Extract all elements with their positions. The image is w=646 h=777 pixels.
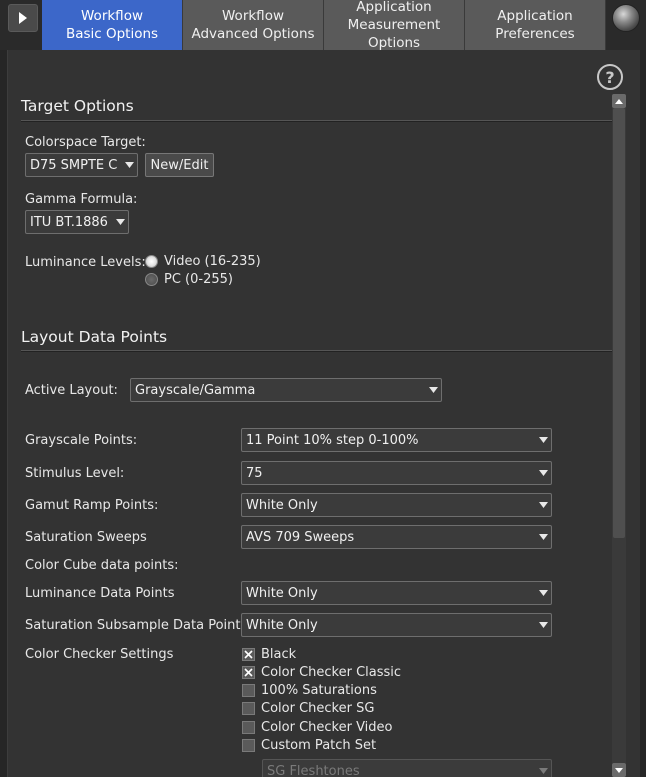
checkbox-custom-patch-set-label: Custom Patch Set: [261, 738, 377, 753]
checkbox-color-checker-classic-label: Color Checker Classic: [261, 665, 402, 680]
stimulus-level-value: 75: [246, 465, 263, 481]
triangle-down-icon: [535, 768, 551, 774]
tab-label-line2: Preferences: [495, 26, 575, 42]
grayscale-points-select[interactable]: 11 Point 10% step 0-100%: [241, 428, 552, 452]
luminance-data-points-select[interactable]: White Only: [241, 581, 552, 605]
colorspace-target-label: Colorspace Target:: [25, 135, 146, 150]
left-edge: [0, 50, 8, 777]
vertical-scrollbar[interactable]: [612, 94, 626, 777]
saturation-sweeps-label: Saturation Sweeps: [25, 530, 147, 545]
gamut-ramp-points-select[interactable]: White Only: [241, 493, 552, 517]
active-layout-label: Active Layout:: [25, 383, 118, 398]
gamma-formula-label: Gamma Formula:: [25, 192, 138, 207]
section-title-target-options: Target Options: [21, 97, 134, 115]
checkbox-100-saturations-label: 100% Saturations: [261, 683, 377, 698]
checkbox-100-saturations[interactable]: [242, 684, 255, 697]
grayscale-points-label: Grayscale Points:: [25, 433, 138, 448]
tab-label-line2: Basic Options: [65, 26, 159, 42]
saturation-sweeps-value: AVS 709 Sweeps: [246, 529, 355, 545]
triangle-down-icon: [112, 219, 128, 225]
checkbox-color-checker-video-label: Color Checker Video: [261, 720, 393, 735]
top-bar: Workflow Basic Options Workflow Advanced…: [0, 0, 646, 51]
luminance-data-points-value: White Only: [246, 585, 318, 601]
radio-video-levels-label: Video (16-235): [164, 254, 261, 269]
tab-workflow-advanced-options[interactable]: Workflow Advanced Options: [183, 0, 324, 50]
saturation-subsample-value: White Only: [246, 617, 318, 633]
radio-video-levels[interactable]: [145, 255, 158, 268]
tab-label-line1: Application: [497, 8, 573, 24]
tab-label-line2: Advanced Options: [191, 26, 315, 42]
triangle-down-icon: [535, 502, 551, 508]
custom-patch-set-value: SG Fleshtones: [267, 763, 360, 777]
checkbox-black-label: Black: [261, 647, 297, 662]
checkbox-color-checker-sg-label: Color Checker SG: [261, 701, 375, 716]
checkbox-color-checker-video[interactable]: [242, 721, 255, 734]
help-icon[interactable]: ?: [597, 64, 623, 90]
tab-label-line1: Workflow: [81, 8, 143, 24]
x-mark-icon: [244, 668, 253, 677]
triangle-down-icon: [615, 767, 623, 773]
play-arrow-icon[interactable]: [8, 4, 38, 32]
triangle-down-icon: [121, 162, 137, 168]
colorspace-target-select[interactable]: D75 SMPTE C: [25, 153, 138, 177]
saturation-subsample-label: Saturation Subsample Data Points: [25, 618, 248, 633]
saturation-subsample-select[interactable]: White Only: [241, 613, 552, 637]
triangle-down-icon: [535, 534, 551, 540]
scroll-down-button[interactable]: [612, 763, 626, 777]
checkbox-color-checker-classic[interactable]: [242, 666, 255, 679]
tab-application-measurement-options[interactable]: Application Measurement Options: [324, 0, 465, 51]
scroll-thumb[interactable]: [613, 108, 625, 538]
scroll-up-button[interactable]: [612, 94, 626, 108]
stimulus-level-label: Stimulus Level:: [25, 466, 125, 481]
tab-workflow-basic-options[interactable]: Workflow Basic Options: [42, 0, 183, 50]
saturation-sweeps-select[interactable]: AVS 709 Sweeps: [241, 525, 552, 549]
tab-application-preferences[interactable]: Application Preferences: [465, 0, 606, 50]
x-mark-icon: [244, 650, 253, 659]
color-checker-settings-label: Color Checker Settings: [25, 647, 174, 662]
radio-pc-levels-label: PC (0-255): [164, 272, 233, 287]
triangle-down-icon: [535, 622, 551, 628]
gamut-ramp-points-label: Gamut Ramp Points:: [25, 498, 159, 513]
divider: [21, 350, 613, 352]
right-edge: [640, 50, 646, 777]
active-layout-value: Grayscale/Gamma: [135, 382, 256, 398]
triangle-up-icon: [615, 98, 623, 104]
luminance-data-points-label: Luminance Data Points: [25, 586, 175, 601]
section-title-layout-data-points: Layout Data Points: [21, 328, 168, 346]
triangle-down-icon: [535, 590, 551, 596]
options-panel: ? Target Options Colorspace Target: D75 …: [8, 50, 640, 777]
radio-pc-levels[interactable]: [145, 273, 158, 286]
triangle-down-icon: [535, 437, 551, 443]
luminance-levels-label: Luminance Levels:: [25, 255, 146, 270]
gamma-formula-value: ITU BT.1886: [30, 214, 108, 230]
triangle-down-icon: [535, 470, 551, 476]
meter-knob-icon[interactable]: [612, 4, 640, 32]
grayscale-points-value: 11 Point 10% step 0-100%: [246, 432, 419, 448]
checkbox-black[interactable]: [242, 648, 255, 661]
color-cube-label: Color Cube data points:: [25, 558, 179, 573]
gamut-ramp-points-value: White Only: [246, 497, 318, 513]
active-layout-select[interactable]: Grayscale/Gamma: [130, 378, 442, 402]
new-edit-button[interactable]: New/Edit: [145, 153, 214, 177]
tab-label-line1: Workflow: [222, 8, 284, 24]
colorspace-target-value: D75 SMPTE C: [30, 157, 118, 173]
checkbox-color-checker-sg[interactable]: [242, 702, 255, 715]
checkbox-custom-patch-set[interactable]: [242, 739, 255, 752]
stimulus-level-select[interactable]: 75: [241, 461, 552, 485]
divider: [21, 120, 613, 122]
tab-label-line1: Application: [356, 0, 432, 15]
gamma-formula-select[interactable]: ITU BT.1886: [25, 210, 129, 234]
tab-label-line2: Measurement Options: [347, 17, 441, 51]
triangle-down-icon: [425, 387, 441, 393]
custom-patch-set-select[interactable]: SG Fleshtones: [262, 759, 552, 777]
